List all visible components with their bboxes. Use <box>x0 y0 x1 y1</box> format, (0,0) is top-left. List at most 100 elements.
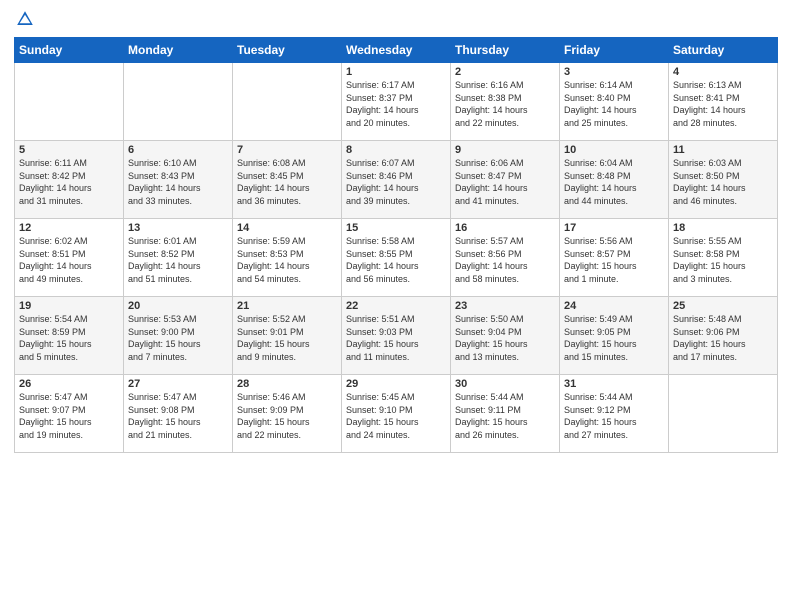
weekday-header-monday: Monday <box>124 38 233 63</box>
calendar-cell: 17Sunrise: 5:56 AM Sunset: 8:57 PM Dayli… <box>560 219 669 297</box>
calendar-cell: 31Sunrise: 5:44 AM Sunset: 9:12 PM Dayli… <box>560 375 669 453</box>
calendar-week-3: 12Sunrise: 6:02 AM Sunset: 8:51 PM Dayli… <box>15 219 778 297</box>
day-number: 30 <box>455 378 555 390</box>
weekday-header-friday: Friday <box>560 38 669 63</box>
day-info: Sunrise: 5:55 AM Sunset: 8:58 PM Dayligh… <box>673 235 773 285</box>
day-number: 2 <box>455 66 555 78</box>
day-number: 8 <box>346 144 446 156</box>
day-info: Sunrise: 5:59 AM Sunset: 8:53 PM Dayligh… <box>237 235 337 285</box>
calendar-cell: 30Sunrise: 5:44 AM Sunset: 9:11 PM Dayli… <box>451 375 560 453</box>
day-info: Sunrise: 5:52 AM Sunset: 9:01 PM Dayligh… <box>237 313 337 363</box>
day-number: 29 <box>346 378 446 390</box>
day-number: 13 <box>128 222 228 234</box>
calendar-cell <box>15 63 124 141</box>
day-info: Sunrise: 5:49 AM Sunset: 9:05 PM Dayligh… <box>564 313 664 363</box>
calendar-cell: 2Sunrise: 6:16 AM Sunset: 8:38 PM Daylig… <box>451 63 560 141</box>
day-number: 6 <box>128 144 228 156</box>
day-number: 11 <box>673 144 773 156</box>
day-info: Sunrise: 5:58 AM Sunset: 8:55 PM Dayligh… <box>346 235 446 285</box>
calendar-cell: 25Sunrise: 5:48 AM Sunset: 9:06 PM Dayli… <box>669 297 778 375</box>
day-info: Sunrise: 5:47 AM Sunset: 9:08 PM Dayligh… <box>128 391 228 441</box>
day-info: Sunrise: 5:44 AM Sunset: 9:11 PM Dayligh… <box>455 391 555 441</box>
calendar-week-4: 19Sunrise: 5:54 AM Sunset: 8:59 PM Dayli… <box>15 297 778 375</box>
day-info: Sunrise: 5:47 AM Sunset: 9:07 PM Dayligh… <box>19 391 119 441</box>
calendar-cell: 14Sunrise: 5:59 AM Sunset: 8:53 PM Dayli… <box>233 219 342 297</box>
day-info: Sunrise: 6:04 AM Sunset: 8:48 PM Dayligh… <box>564 157 664 207</box>
calendar-cell <box>233 63 342 141</box>
day-info: Sunrise: 5:53 AM Sunset: 9:00 PM Dayligh… <box>128 313 228 363</box>
day-info: Sunrise: 6:01 AM Sunset: 8:52 PM Dayligh… <box>128 235 228 285</box>
calendar-cell: 3Sunrise: 6:14 AM Sunset: 8:40 PM Daylig… <box>560 63 669 141</box>
day-number: 10 <box>564 144 664 156</box>
day-number: 15 <box>346 222 446 234</box>
calendar-cell: 9Sunrise: 6:06 AM Sunset: 8:47 PM Daylig… <box>451 141 560 219</box>
calendar-cell: 6Sunrise: 6:10 AM Sunset: 8:43 PM Daylig… <box>124 141 233 219</box>
day-info: Sunrise: 6:14 AM Sunset: 8:40 PM Dayligh… <box>564 79 664 129</box>
day-number: 7 <box>237 144 337 156</box>
calendar-cell <box>124 63 233 141</box>
calendar-cell: 8Sunrise: 6:07 AM Sunset: 8:46 PM Daylig… <box>342 141 451 219</box>
calendar-cell: 29Sunrise: 5:45 AM Sunset: 9:10 PM Dayli… <box>342 375 451 453</box>
calendar-cell: 18Sunrise: 5:55 AM Sunset: 8:58 PM Dayli… <box>669 219 778 297</box>
day-number: 18 <box>673 222 773 234</box>
calendar-cell: 13Sunrise: 6:01 AM Sunset: 8:52 PM Dayli… <box>124 219 233 297</box>
day-number: 14 <box>237 222 337 234</box>
day-info: Sunrise: 5:51 AM Sunset: 9:03 PM Dayligh… <box>346 313 446 363</box>
day-number: 27 <box>128 378 228 390</box>
day-number: 5 <box>19 144 119 156</box>
day-number: 31 <box>564 378 664 390</box>
weekday-header-thursday: Thursday <box>451 38 560 63</box>
weekday-header-tuesday: Tuesday <box>233 38 342 63</box>
day-info: Sunrise: 6:11 AM Sunset: 8:42 PM Dayligh… <box>19 157 119 207</box>
day-info: Sunrise: 6:17 AM Sunset: 8:37 PM Dayligh… <box>346 79 446 129</box>
calendar-cell: 16Sunrise: 5:57 AM Sunset: 8:56 PM Dayli… <box>451 219 560 297</box>
calendar-cell: 4Sunrise: 6:13 AM Sunset: 8:41 PM Daylig… <box>669 63 778 141</box>
day-info: Sunrise: 6:07 AM Sunset: 8:46 PM Dayligh… <box>346 157 446 207</box>
calendar-cell: 5Sunrise: 6:11 AM Sunset: 8:42 PM Daylig… <box>15 141 124 219</box>
day-number: 25 <box>673 300 773 312</box>
day-number: 3 <box>564 66 664 78</box>
day-info: Sunrise: 5:48 AM Sunset: 9:06 PM Dayligh… <box>673 313 773 363</box>
calendar-week-1: 1Sunrise: 6:17 AM Sunset: 8:37 PM Daylig… <box>15 63 778 141</box>
weekday-header-row: SundayMondayTuesdayWednesdayThursdayFrid… <box>15 38 778 63</box>
day-info: Sunrise: 5:56 AM Sunset: 8:57 PM Dayligh… <box>564 235 664 285</box>
calendar-cell: 26Sunrise: 5:47 AM Sunset: 9:07 PM Dayli… <box>15 375 124 453</box>
calendar-week-5: 26Sunrise: 5:47 AM Sunset: 9:07 PM Dayli… <box>15 375 778 453</box>
day-number: 20 <box>128 300 228 312</box>
day-info: Sunrise: 5:57 AM Sunset: 8:56 PM Dayligh… <box>455 235 555 285</box>
day-number: 28 <box>237 378 337 390</box>
day-info: Sunrise: 5:54 AM Sunset: 8:59 PM Dayligh… <box>19 313 119 363</box>
day-number: 4 <box>673 66 773 78</box>
day-info: Sunrise: 6:03 AM Sunset: 8:50 PM Dayligh… <box>673 157 773 207</box>
header-row <box>14 10 778 33</box>
day-info: Sunrise: 6:08 AM Sunset: 8:45 PM Dayligh… <box>237 157 337 207</box>
day-info: Sunrise: 5:44 AM Sunset: 9:12 PM Dayligh… <box>564 391 664 441</box>
day-info: Sunrise: 6:16 AM Sunset: 8:38 PM Dayligh… <box>455 79 555 129</box>
calendar-table: SundayMondayTuesdayWednesdayThursdayFrid… <box>14 37 778 453</box>
calendar-cell: 10Sunrise: 6:04 AM Sunset: 8:48 PM Dayli… <box>560 141 669 219</box>
calendar-cell: 24Sunrise: 5:49 AM Sunset: 9:05 PM Dayli… <box>560 297 669 375</box>
weekday-header-saturday: Saturday <box>669 38 778 63</box>
calendar-cell: 20Sunrise: 5:53 AM Sunset: 9:00 PM Dayli… <box>124 297 233 375</box>
day-info: Sunrise: 5:45 AM Sunset: 9:10 PM Dayligh… <box>346 391 446 441</box>
calendar-cell: 22Sunrise: 5:51 AM Sunset: 9:03 PM Dayli… <box>342 297 451 375</box>
day-number: 9 <box>455 144 555 156</box>
calendar-week-2: 5Sunrise: 6:11 AM Sunset: 8:42 PM Daylig… <box>15 141 778 219</box>
calendar-cell: 27Sunrise: 5:47 AM Sunset: 9:08 PM Dayli… <box>124 375 233 453</box>
day-info: Sunrise: 6:06 AM Sunset: 8:47 PM Dayligh… <box>455 157 555 207</box>
day-number: 24 <box>564 300 664 312</box>
day-number: 19 <box>19 300 119 312</box>
day-number: 1 <box>346 66 446 78</box>
day-info: Sunrise: 5:50 AM Sunset: 9:04 PM Dayligh… <box>455 313 555 363</box>
weekday-header-wednesday: Wednesday <box>342 38 451 63</box>
day-number: 17 <box>564 222 664 234</box>
calendar-cell: 12Sunrise: 6:02 AM Sunset: 8:51 PM Dayli… <box>15 219 124 297</box>
calendar-cell: 21Sunrise: 5:52 AM Sunset: 9:01 PM Dayli… <box>233 297 342 375</box>
day-number: 23 <box>455 300 555 312</box>
day-info: Sunrise: 6:13 AM Sunset: 8:41 PM Dayligh… <box>673 79 773 129</box>
calendar-cell: 19Sunrise: 5:54 AM Sunset: 8:59 PM Dayli… <box>15 297 124 375</box>
main-container: SundayMondayTuesdayWednesdayThursdayFrid… <box>0 0 792 461</box>
calendar-cell: 11Sunrise: 6:03 AM Sunset: 8:50 PM Dayli… <box>669 141 778 219</box>
calendar-cell: 7Sunrise: 6:08 AM Sunset: 8:45 PM Daylig… <box>233 141 342 219</box>
calendar-cell: 15Sunrise: 5:58 AM Sunset: 8:55 PM Dayli… <box>342 219 451 297</box>
